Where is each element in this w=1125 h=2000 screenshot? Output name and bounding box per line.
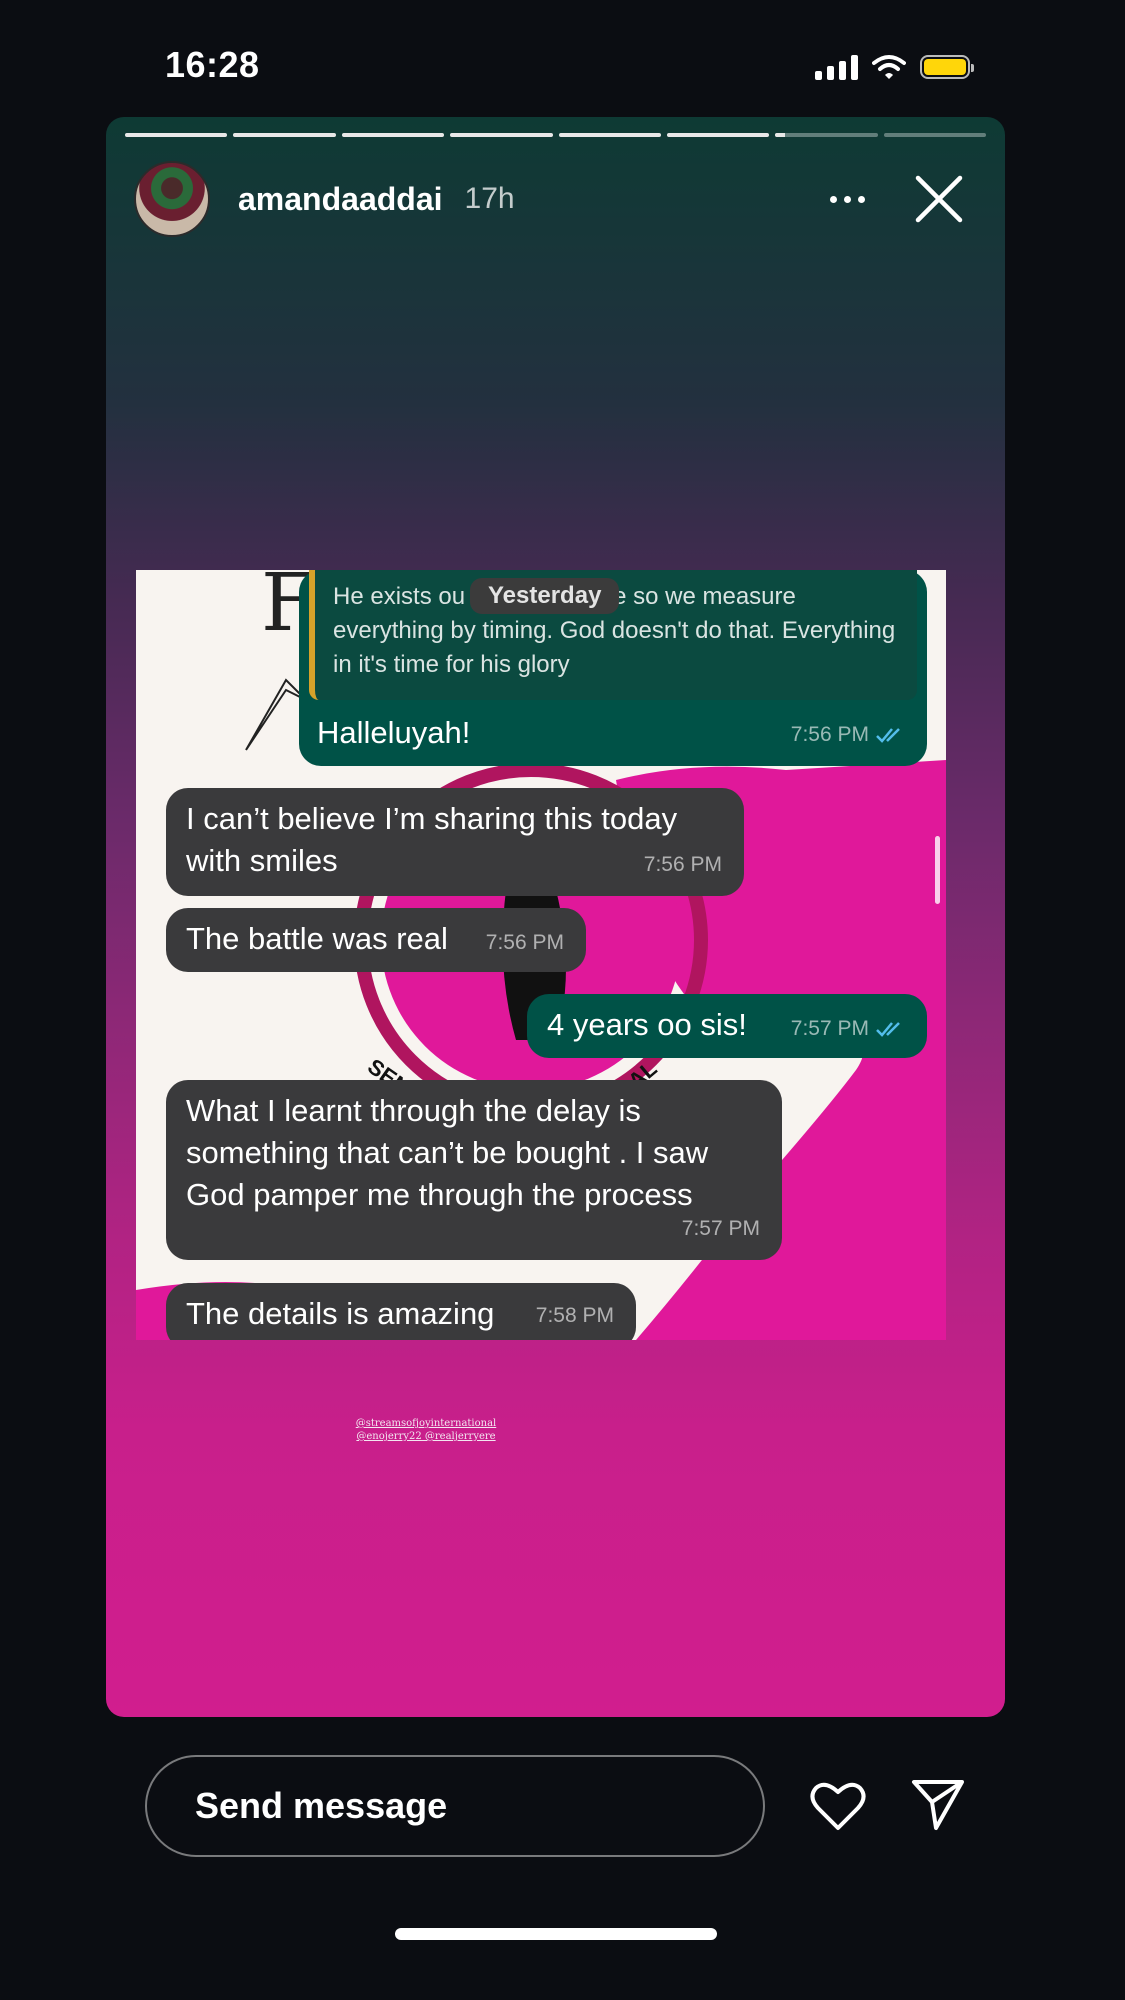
more-horizontal-icon: [830, 195, 837, 203]
message-time: 7:57 PM: [681, 1217, 760, 1240]
story-progress-bar: [125, 133, 986, 138]
send-message-placeholder: Send message: [195, 1785, 448, 1826]
progress-segment: [233, 133, 336, 137]
username[interactable]: amandaaddai: [238, 181, 443, 218]
chat-screenshot-image: SEN AL F He exists ou are within time so…: [136, 570, 946, 1340]
progress-segment: [341, 133, 445, 137]
share-button[interactable]: [910, 1778, 966, 1832]
mention-link[interactable]: @enojerry22 @realjerryere: [346, 1430, 506, 1443]
avatar[interactable]: [134, 161, 210, 237]
battery-icon: [920, 55, 974, 79]
date-separator: Yesterday: [470, 578, 620, 614]
message-time: 7:56 PM: [485, 931, 564, 954]
message-text: What I learnt through the delay is somet…: [186, 1093, 709, 1212]
progress-segment: [450, 133, 553, 137]
send-icon: [912, 1780, 964, 1830]
incoming-message[interactable]: The battle was real 7:56 PM: [166, 908, 586, 972]
story-viewer[interactable]: amandaaddai 17h SEN AL F He exists ou so…: [106, 117, 1005, 1717]
more-options-button[interactable]: [830, 179, 865, 219]
outgoing-message[interactable]: 4 years oo sis! 7:57 PM: [527, 994, 927, 1058]
incoming-message[interactable]: I can’t believe I’m sharing this today w…: [166, 788, 744, 896]
status-icons: [815, 50, 974, 84]
incoming-message[interactable]: The details is amazing 7:58 PM: [166, 1283, 636, 1340]
home-indicator[interactable]: [395, 1928, 717, 1940]
mention-link[interactable]: @streamsofjoyinternational: [346, 1417, 506, 1430]
incoming-message[interactable]: What I learnt through the delay is somet…: [166, 1080, 782, 1260]
message-time: 7:56 PM: [791, 714, 905, 756]
progress-segment: [666, 133, 770, 137]
post-age: 17h: [464, 182, 515, 215]
status-time: 16:28: [165, 44, 260, 85]
read-receipt-icon: [876, 1022, 900, 1037]
like-button[interactable]: [810, 1780, 866, 1832]
message-time: 7:57 PM: [791, 1008, 905, 1050]
read-receipt-icon: [876, 728, 900, 743]
progress-segment: [558, 133, 661, 137]
message-text: Halleluyah!: [317, 715, 471, 750]
send-message-input[interactable]: Send message: [145, 1755, 765, 1857]
progress-segment: [775, 133, 878, 137]
progress-segment: [125, 133, 228, 137]
close-icon: [915, 175, 963, 223]
message-time: 7:58 PM: [535, 1304, 614, 1327]
wifi-icon: [872, 55, 906, 79]
progress-segment: [883, 133, 986, 137]
cellular-signal-icon: [815, 54, 858, 80]
close-button[interactable]: [913, 173, 965, 225]
scroll-indicator: [935, 836, 940, 904]
heart-icon: [810, 1782, 866, 1830]
story-header: amandaaddai 17h: [134, 159, 985, 239]
mention-stickers: @streamsofjoyinternational @enojerry22 @…: [346, 1417, 506, 1443]
message-time: 7:56 PM: [643, 853, 722, 876]
